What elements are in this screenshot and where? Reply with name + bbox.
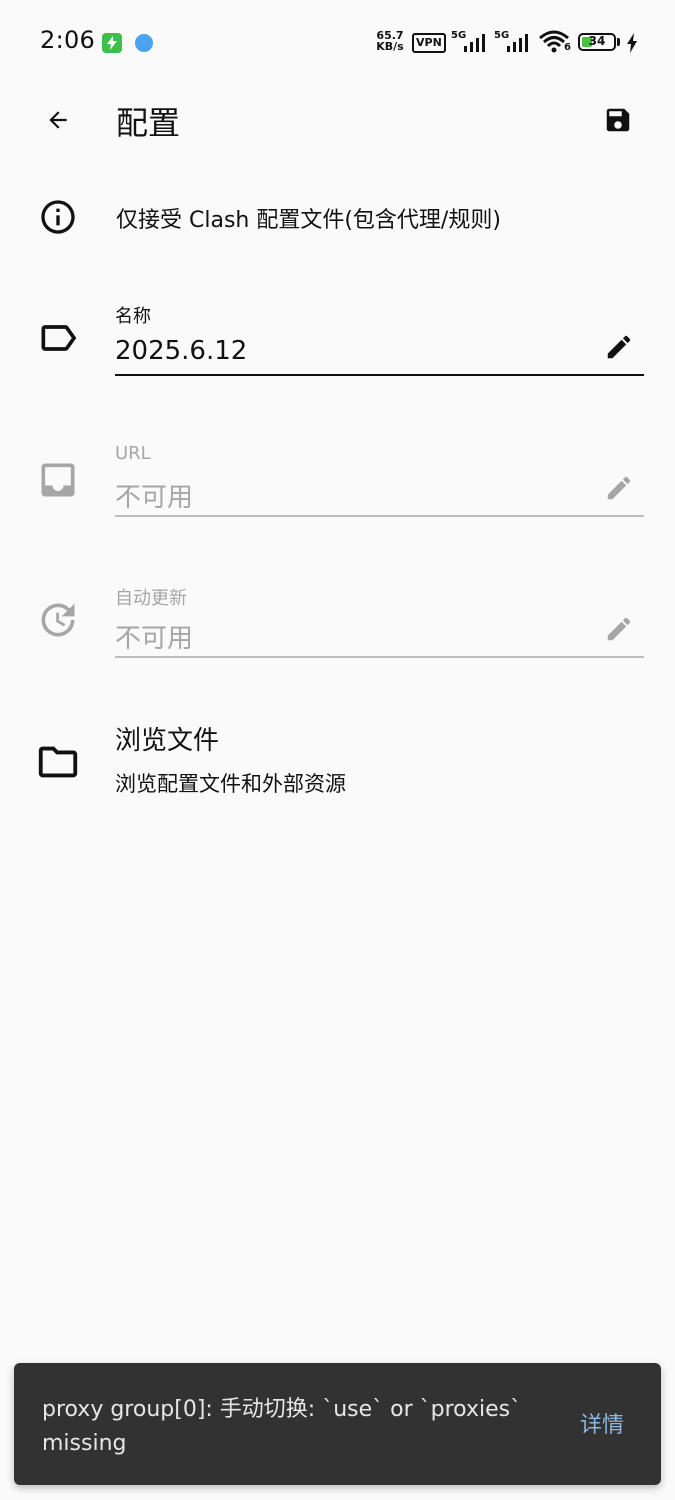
error-snackbar: proxy group[0]: 手动切换: `use` or `proxies`…: [14, 1363, 661, 1485]
back-button[interactable]: [34, 96, 82, 144]
auto-update-field-underline: [115, 656, 644, 658]
edit-pencil-icon: [607, 335, 631, 359]
app-bar: 配置: [0, 86, 675, 152]
battery-nub: [617, 38, 620, 46]
page-title: 配置: [116, 104, 181, 142]
auto-update-field-label: 自动更新: [115, 588, 187, 609]
name-field-value[interactable]: 2025.6.12: [115, 336, 585, 366]
url-field-value: 不可用: [115, 483, 194, 513]
edit-auto-update-button: [604, 614, 634, 644]
auto-update-field-value: 不可用: [115, 624, 194, 654]
label-icon: [34, 314, 82, 362]
auto-update-field: 自动更新 不可用: [115, 584, 644, 658]
name-field[interactable]: 名称 2025.6.12: [115, 302, 644, 376]
update-clock-icon: [34, 596, 82, 644]
snackbar-details-button[interactable]: 详情: [580, 1407, 624, 1439]
network-speed: 65.7 KB/s: [376, 29, 404, 53]
snackbar-message: proxy group[0]: 手动切换: `use` or `proxies`…: [42, 1397, 522, 1456]
edit-pencil-icon: [607, 617, 631, 641]
charging-bolt-icon: [626, 33, 638, 57]
info-icon: [34, 193, 82, 241]
edit-name-button[interactable]: [604, 332, 634, 362]
save-button[interactable]: [594, 96, 642, 144]
name-field-label: 名称: [115, 306, 151, 327]
url-field-label: URL: [115, 443, 151, 464]
browse-files-title: 浏览文件: [115, 726, 220, 756]
folder-icon: [34, 738, 82, 786]
url-field-underline: [115, 515, 644, 517]
edit-pencil-icon: [607, 476, 631, 500]
inbox-icon: [34, 456, 82, 504]
vpn-badge: VPN: [412, 33, 446, 53]
wifi-icon: 6: [538, 30, 572, 58]
edit-url-button: [604, 473, 634, 503]
status-time: 2:06: [40, 26, 96, 54]
battery-indicator: 34: [578, 33, 616, 51]
browse-files-subtitle: 浏览配置文件和外部资源: [115, 772, 346, 796]
status-bar: 2:06 65.7 KB/s VPN 5G 5G 6 34: [0, 0, 675, 86]
url-field: URL 不可用: [115, 443, 644, 517]
save-icon: [606, 108, 630, 132]
charging-notification-icon: [102, 33, 122, 53]
signal-bars-icon: [464, 34, 485, 52]
arrow-back-icon: [49, 111, 67, 129]
signal-bars-icon: [507, 34, 528, 52]
browse-files-item[interactable]: 浏览文件 浏览配置文件和外部资源: [115, 724, 615, 798]
browser-notification-icon: [135, 34, 153, 52]
name-field-underline: [115, 374, 644, 376]
info-text: 仅接受 Clash 配置文件(包含代理/规则): [116, 208, 501, 233]
